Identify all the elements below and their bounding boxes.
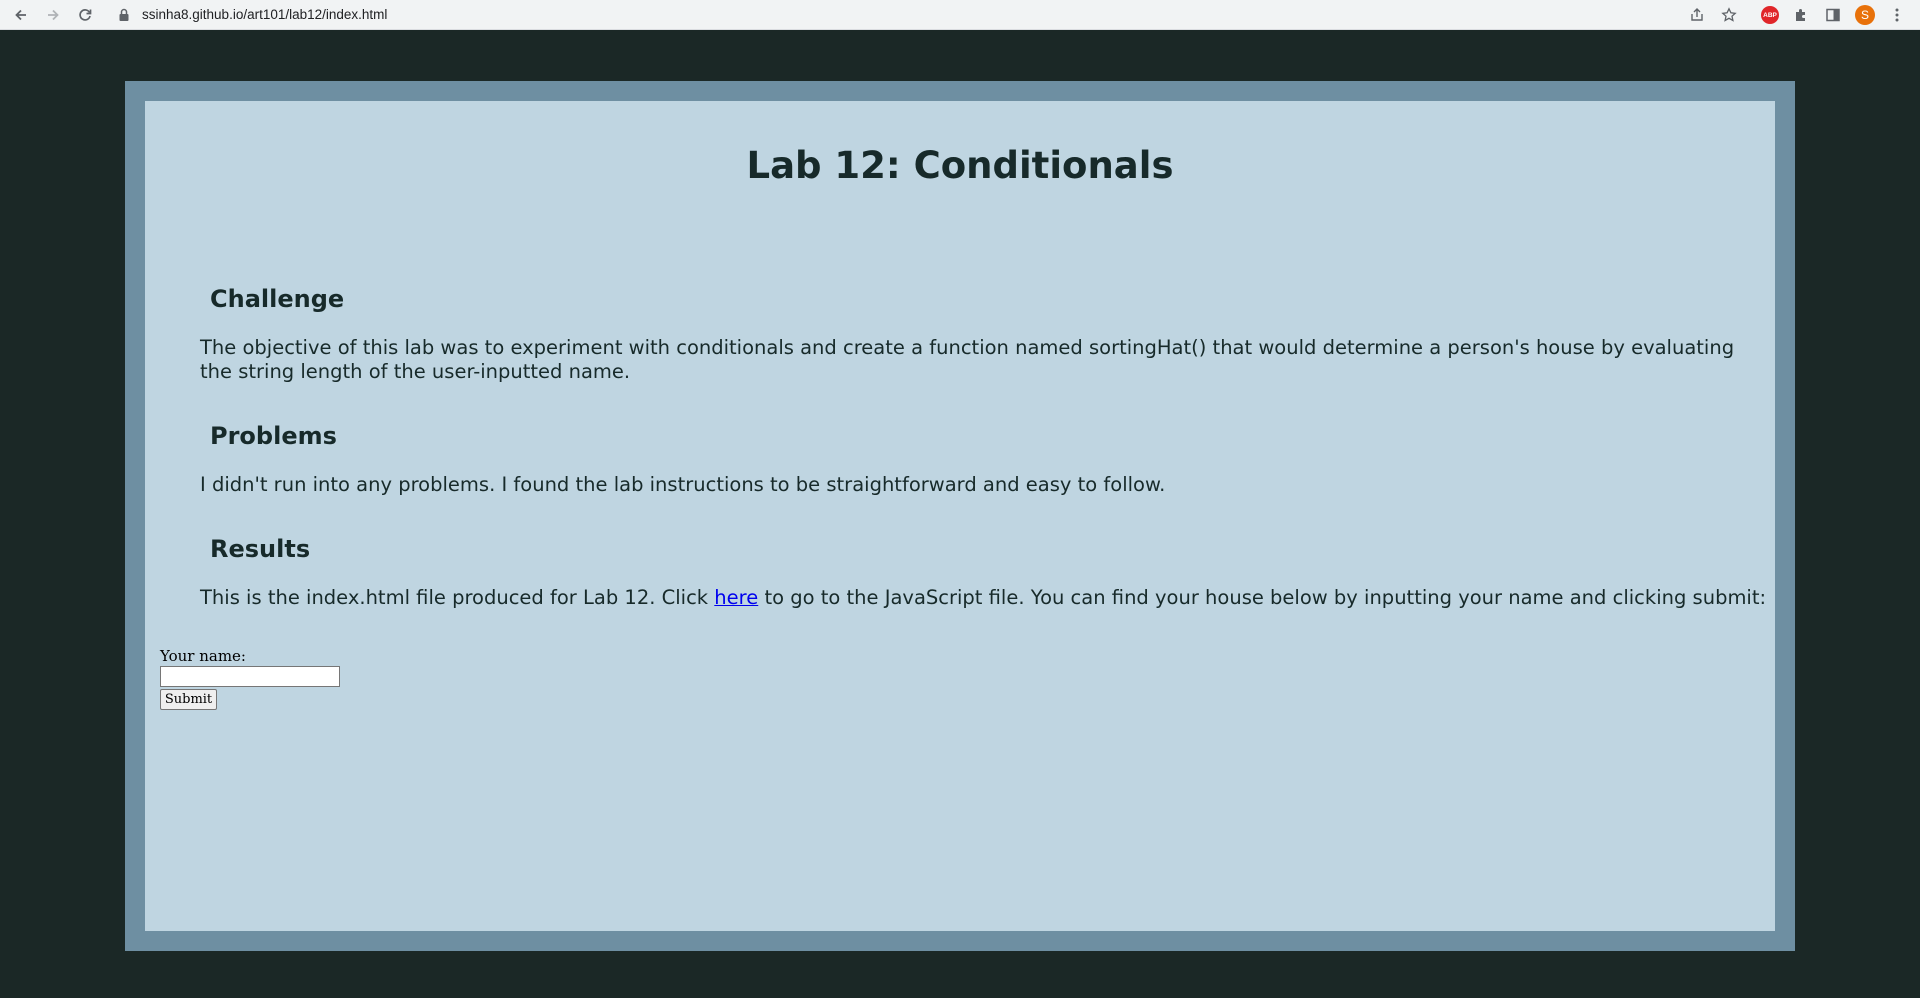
page-title: Lab 12: Conditionals <box>746 144 1174 187</box>
share-icon[interactable] <box>1686 4 1708 26</box>
extensions-puzzle-icon[interactable] <box>1790 4 1812 26</box>
results-text-before: This is the index.html file produced for… <box>200 586 715 609</box>
side-panel-icon[interactable] <box>1822 4 1844 26</box>
more-menu-icon[interactable] <box>1886 4 1908 26</box>
lock-icon[interactable] <box>118 7 134 23</box>
profile-avatar[interactable]: S <box>1854 4 1876 26</box>
adblock-extension-icon[interactable]: ABP <box>1759 4 1781 26</box>
back-arrow-icon[interactable] <box>10 4 32 26</box>
content-panel: Lab 12: Conditionals Challenge The objec… <box>145 101 1775 931</box>
problems-heading: Problems <box>210 422 337 450</box>
results-text-after: to go to the JavaScript file. You can fi… <box>758 586 1767 609</box>
bookmark-star-icon[interactable] <box>1718 4 1740 26</box>
challenge-heading: Challenge <box>210 285 345 313</box>
results-heading: Results <box>210 535 311 563</box>
browser-toolbar: ssinha8.github.io/art101/lab12/index.htm… <box>0 0 1920 30</box>
name-form: Your name: Submit <box>160 648 340 710</box>
javascript-file-link[interactable]: here <box>714 586 758 609</box>
name-label: Your name: <box>160 647 246 665</box>
address-bar-url[interactable]: ssinha8.github.io/art101/lab12/index.htm… <box>142 6 387 24</box>
forward-arrow-icon[interactable] <box>42 4 64 26</box>
name-input[interactable] <box>160 666 340 687</box>
adblock-label: ABP <box>1761 6 1779 24</box>
avatar-letter: S <box>1855 5 1875 25</box>
reload-icon[interactable] <box>74 4 96 26</box>
submit-button[interactable]: Submit <box>160 689 217 710</box>
problems-text: I didn't run into any problems. I found … <box>200 473 1166 496</box>
challenge-text: The objective of this lab was to experim… <box>200 336 1735 383</box>
results-text: This is the index.html file produced for… <box>200 586 1770 610</box>
